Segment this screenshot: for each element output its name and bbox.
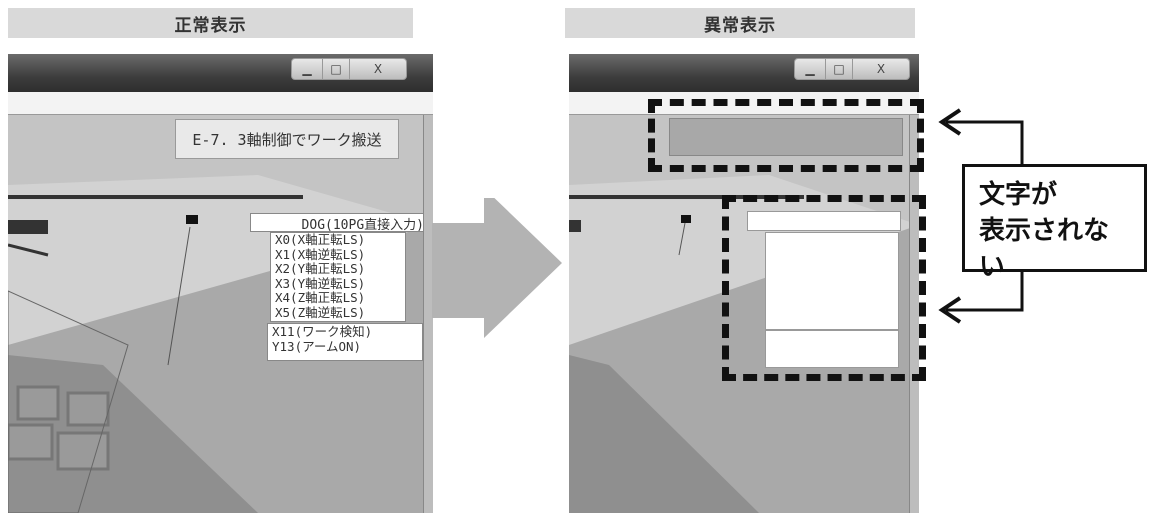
axis-signal-list: X0(X軸正転LS) X1(X軸逆転LS) X2(Y軸正転LS) X3(Y軸逆転… [270,232,406,322]
dog-title-box: DOG(10PG直接入力) [250,213,428,233]
normal-display-header: 正常表示 [8,8,413,38]
signal-y13: Y13(アームON) [272,339,362,354]
simulation-scene: E-7. 3軸制御でワーク搬送 DOG(10PG直接入力) X0(X軸正転LS)… [8,115,433,513]
signal-x11: X11(ワーク検知) [272,324,373,339]
callout-line-2: 表示されない [979,216,1110,282]
window-controls: ▁ □ X [794,58,910,80]
transition-arrow-icon [432,198,562,338]
signal-x3: X3(Y軸逆転LS) [275,275,366,291]
maximize-button[interactable]: □ [323,59,350,79]
minimize-button[interactable]: ▁ [292,59,323,79]
program-title-box: E-7. 3軸制御でワーク搬送 [175,119,399,159]
window-menubar [8,92,433,115]
normal-window: ▁ □ X E-7. 3軸制御でワーク搬送 DOG(10PG直接入力) X0(X… [8,54,433,513]
signal-x5: X5(Z軸逆転LS) [275,304,366,320]
callout-box: 文字が 表示されない [962,164,1147,282]
callout-line-1: 文字が [979,180,1058,210]
close-button[interactable]: X [853,59,909,79]
missing-labels-highlight [722,195,926,381]
signal-x2: X2(Y軸正転LS) [275,261,366,276]
signal-x1: X1(X軸逆転LS) [275,246,366,262]
missing-title-highlight [648,99,924,172]
maximize-button[interactable]: □ [826,59,853,79]
close-button[interactable]: X [350,59,406,79]
abnormal-display-header: 異常表示 [565,8,915,38]
minimize-button[interactable]: ▁ [795,59,826,79]
signal-x4: X4(Z軸正転LS) [275,290,366,305]
signal-x0: X0(X軸正転LS) [275,232,366,247]
sensor-signal-list: X11(ワーク検知) Y13(アームON) [267,323,423,361]
window-controls: ▁ □ X [291,58,407,80]
